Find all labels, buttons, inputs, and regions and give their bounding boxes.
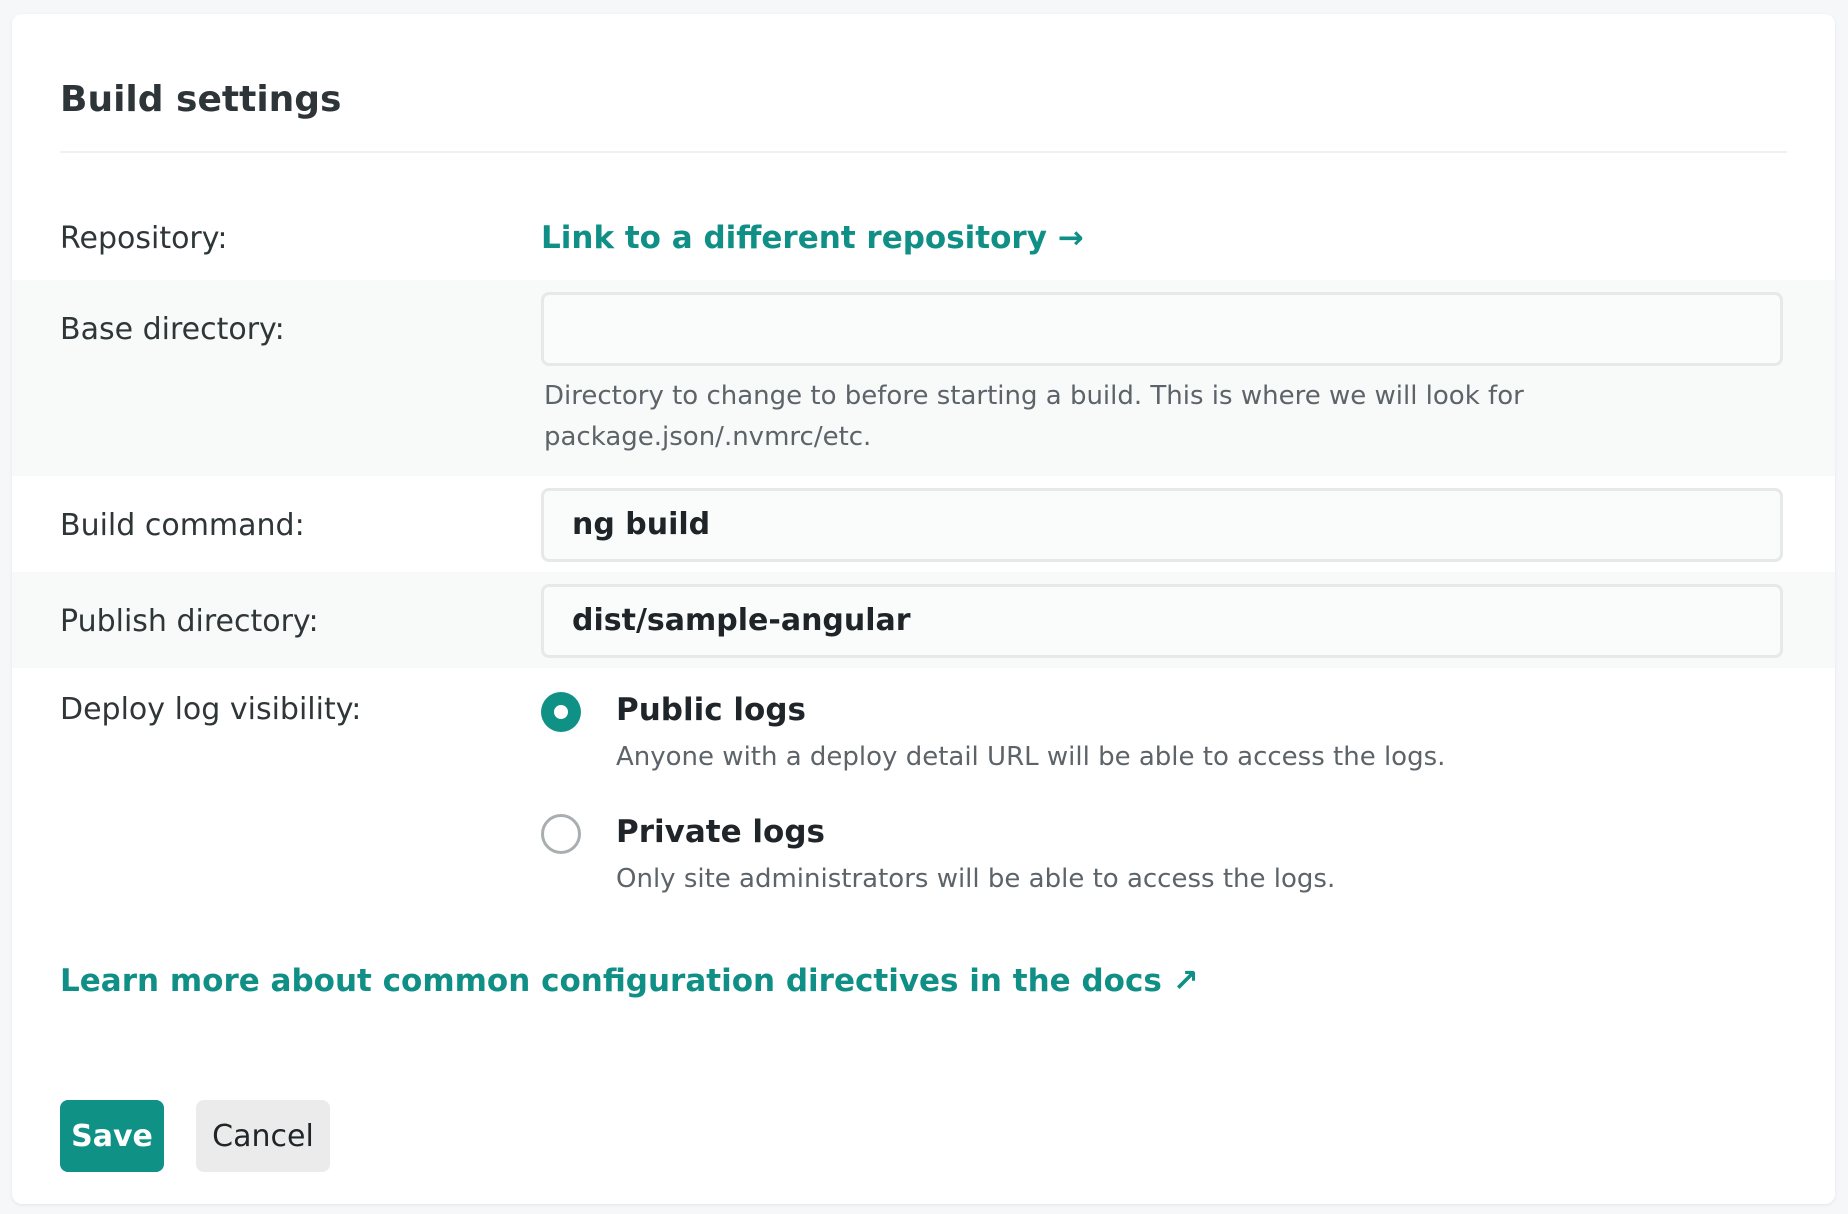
base-directory-label: Base directory: [60, 312, 285, 347]
cancel-button[interactable]: Cancel [196, 1100, 330, 1172]
public-logs-title[interactable]: Public logs [616, 692, 806, 728]
base-directory-row: Base directory: Directory to change to b… [12, 280, 1835, 476]
build-settings-card: Build settings Repository: Link to a dif… [12, 14, 1835, 1204]
deploy-log-visibility-row: Deploy log visibility: Public logs Anyon… [12, 668, 1835, 908]
private-logs-title[interactable]: Private logs [616, 814, 825, 850]
title-divider [60, 151, 1787, 153]
deploy-log-visibility-label: Deploy log visibility: [60, 692, 362, 727]
arrow-right-icon: → [1057, 220, 1084, 256]
repository-link-text: Link to a different repository [541, 220, 1047, 256]
public-logs-description: Anyone with a deploy detail URL will be … [616, 742, 1446, 772]
save-button[interactable]: Save [60, 1100, 164, 1172]
repository-row: Repository: Link to a different reposito… [12, 200, 1835, 280]
card-title: Build settings [60, 79, 342, 120]
base-directory-help-line1: Directory to change to before starting a… [544, 381, 1524, 411]
base-directory-help: Directory to change to before starting a… [544, 376, 1564, 458]
publish-directory-row: Publish directory: dist/sample-angular [12, 572, 1835, 668]
base-directory-help-line2: package.json/.nvmrc/etc. [544, 422, 872, 452]
publish-directory-label: Publish directory: [60, 604, 319, 639]
private-logs-description: Only site administrators will be able to… [616, 864, 1336, 894]
build-command-input[interactable]: ng build [541, 488, 1783, 562]
repository-label: Repository: [60, 221, 228, 256]
build-command-row: Build command: ng build [12, 476, 1835, 572]
docs-link-text: Learn more about common configuration di… [60, 963, 1162, 999]
base-directory-input[interactable] [541, 292, 1783, 366]
link-different-repository[interactable]: Link to a different repository → [541, 220, 1084, 256]
publish-directory-input[interactable]: dist/sample-angular [541, 584, 1783, 658]
external-link-icon: ↗ [1172, 963, 1199, 999]
public-logs-radio[interactable] [541, 692, 581, 732]
private-logs-radio[interactable] [541, 814, 581, 854]
docs-link[interactable]: Learn more about common configuration di… [60, 962, 1199, 1000]
build-command-label: Build command: [60, 508, 305, 543]
